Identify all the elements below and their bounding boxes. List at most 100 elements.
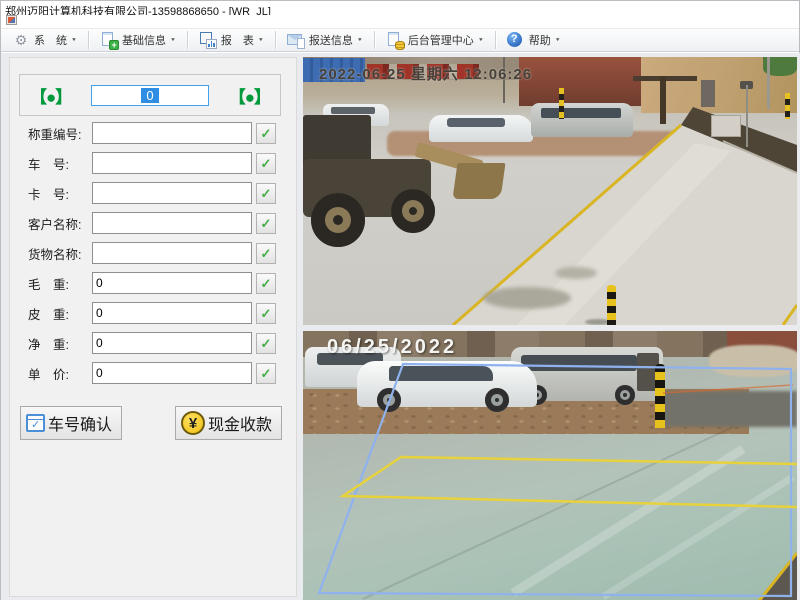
control-cabinet (711, 115, 741, 137)
chevron-down-icon: ▼ (478, 38, 484, 43)
card-no-label: 卡 号: (28, 184, 92, 203)
toolbar-help-label: 帮助 (529, 32, 551, 48)
toolbar: ⚙ 系 统 ▼ + 基础信息 ▼ 报 表 ▼ 报送信息 ▼ 后台管理中心 ▼ (1, 28, 799, 52)
toolbar-reports-label: 报 表 (221, 32, 254, 48)
chevron-down-icon: ▼ (170, 38, 176, 43)
coins-doc-icon (386, 31, 404, 49)
plate-no-label: 车 号: (28, 154, 92, 173)
plate-confirm-label: 车号确认 (48, 411, 112, 435)
goods-name-confirm-button[interactable]: ✓ (256, 243, 276, 264)
card-no-input[interactable] (92, 182, 252, 204)
toolbar-separator (275, 31, 276, 49)
plate-no-input[interactable] (92, 152, 252, 174)
gross-weight-confirm-button[interactable]: ✓ (256, 273, 276, 294)
goods-name-input[interactable] (92, 242, 252, 264)
barrier-post (660, 76, 666, 124)
tare-weight-input[interactable] (92, 302, 252, 324)
camera-timestamp: 2022-06-25 星期六 12:06:26 (319, 63, 532, 84)
unit-price-confirm-button[interactable]: ✓ (256, 363, 276, 384)
weight-display[interactable]: 0 (91, 85, 209, 106)
check-icon: ✓ (261, 306, 272, 321)
light-pole (767, 57, 770, 109)
field-row: 毛 重: ✓ (28, 272, 296, 294)
check-icon: ✓ (261, 156, 272, 171)
weigh-no-confirm-button[interactable]: ✓ (256, 123, 276, 144)
toolbar-separator (187, 31, 188, 49)
weight-display-value: 0 (141, 88, 158, 103)
toolbar-basic-info[interactable]: + 基础信息 ▼ (95, 30, 181, 50)
app-icon (6, 15, 17, 25)
striped-marker-pole (559, 88, 564, 119)
left-status-indicator: 【●】 (30, 83, 71, 108)
help-icon: ? (507, 31, 525, 49)
chevron-down-icon: ▼ (555, 38, 561, 43)
unit-price-input[interactable] (92, 362, 252, 384)
check-icon: ✓ (261, 366, 272, 381)
chevron-down-icon: ▼ (258, 38, 264, 43)
yuan-coin-icon: ¥ (181, 411, 205, 435)
toolbar-reports[interactable]: 报 表 ▼ (194, 30, 269, 50)
customer-name-input[interactable] (92, 212, 252, 234)
chevron-down-icon: ▼ (71, 38, 77, 43)
toolbar-submit-info[interactable]: 报送信息 ▼ (282, 30, 368, 50)
checkbox-icon: ✓ (26, 414, 45, 432)
check-icon: ✓ (261, 216, 272, 231)
toolbar-help[interactable]: ? 帮助 ▼ (502, 30, 566, 50)
toolbar-separator (374, 31, 375, 49)
cash-collect-label: 现金收款 (208, 411, 272, 435)
right-status-indicator: 【●】 (229, 83, 270, 108)
unit-price-label: 单 价: (28, 364, 92, 383)
toolbar-backend-center[interactable]: 后台管理中心 ▼ (381, 30, 489, 50)
net-weight-label: 净 重: (28, 334, 92, 353)
cctv-camera-pole (746, 85, 748, 147)
weight-indicator-box: 【●】 0 【●】 (19, 74, 281, 116)
detection-zone-overlay (303, 331, 797, 600)
toolbar-system-label: 系 统 (34, 32, 67, 48)
action-row: ✓ 车号确认 ¥ 现金收款 (20, 406, 282, 440)
pavement-stain (483, 287, 571, 309)
gross-weight-label: 毛 重: (28, 274, 92, 293)
net-weight-input[interactable] (92, 332, 252, 354)
check-icon: ✓ (261, 336, 272, 351)
report-chart-icon (199, 31, 217, 49)
toolbar-separator (88, 31, 89, 49)
mail-icon (287, 31, 305, 49)
camera-timestamp: 06/25/2022 (327, 336, 457, 359)
toolbar-basic-info-label: 基础信息 (122, 32, 166, 48)
tare-weight-confirm-button[interactable]: ✓ (256, 303, 276, 324)
weigh-no-input[interactable] (92, 122, 252, 144)
cash-collect-button[interactable]: ¥ 现金收款 (175, 406, 282, 440)
gears-icon: ⚙ (12, 31, 30, 49)
customer-name-label: 客户名称: (28, 214, 92, 233)
field-row: 皮 重: ✓ (28, 302, 296, 324)
check-icon: ✓ (261, 186, 272, 201)
field-row: 车 号: ✓ (28, 152, 296, 174)
weighbridge-deck-graphic (303, 57, 797, 325)
striped-bollard (607, 285, 616, 325)
chevron-down-icon: ▼ (357, 38, 363, 43)
app-window: 郑州迈阳计算机科技有限公司-13598868650 - [WR_JL] ⚙ 系 … (0, 0, 800, 600)
plate-no-confirm-button[interactable]: ✓ (256, 153, 276, 174)
field-row: 客户名称: ✓ (28, 212, 296, 234)
customer-name-confirm-button[interactable]: ✓ (256, 213, 276, 234)
doc-plus-icon: + (100, 31, 118, 49)
gross-weight-input[interactable] (92, 272, 252, 294)
check-icon: ✓ (261, 246, 272, 261)
plate-confirm-button[interactable]: ✓ 车号确认 (20, 406, 122, 440)
pavement-stain (555, 267, 597, 279)
toolbar-submit-info-label: 报送信息 (309, 32, 353, 48)
check-icon: ✓ (261, 276, 272, 291)
main-content: 【●】 0 【●】 称重编号: ✓ 车 号: ✓ 卡 号: (1, 53, 800, 600)
card-no-confirm-button[interactable]: ✓ (256, 183, 276, 204)
goods-name-label: 货物名称: (28, 244, 92, 263)
toolbar-system[interactable]: ⚙ 系 统 ▼ (7, 30, 82, 50)
check-icon: ✓ (261, 126, 272, 141)
weigh-no-label: 称重编号: (28, 124, 92, 143)
field-row: 称重编号: ✓ (28, 122, 296, 144)
toolbar-backend-center-label: 后台管理中心 (408, 32, 474, 48)
camera-feed-bottom: 06/25/2022 (303, 331, 797, 600)
equipment-box (701, 80, 715, 107)
field-row: 净 重: ✓ (28, 332, 296, 354)
field-row: 单 价: ✓ (28, 362, 296, 384)
net-weight-confirm-button[interactable]: ✓ (256, 333, 276, 354)
